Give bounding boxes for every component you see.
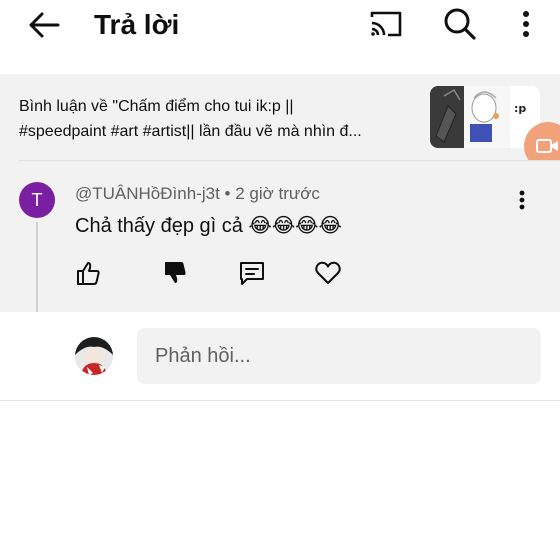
comment-meta: @TUÂNHồĐình-j3t • 2 giờ trước xyxy=(75,184,320,203)
video-title[interactable]: Bình luận về "Chấm điểm cho tui ik:p || … xyxy=(19,94,419,144)
heart-icon xyxy=(315,261,341,284)
heart-button[interactable] xyxy=(313,258,343,288)
reply-input[interactable] xyxy=(137,328,541,384)
comment-more-button[interactable] xyxy=(508,186,536,214)
user-avatar[interactable] xyxy=(75,337,113,375)
search-icon xyxy=(444,8,476,40)
divider xyxy=(19,160,560,161)
top-app-bar: Trả lời xyxy=(0,0,560,74)
reply-icon xyxy=(240,262,264,285)
video-title-line-2: #speedpaint #art #artist|| lần đầu vẽ mà… xyxy=(19,123,362,140)
divider xyxy=(0,400,560,401)
cast-button[interactable] xyxy=(364,4,408,44)
dislike-button[interactable] xyxy=(160,258,190,288)
user-avatar-image xyxy=(75,337,113,375)
back-button[interactable] xyxy=(22,6,66,44)
like-button[interactable] xyxy=(73,258,103,288)
video-title-line-1: Bình luận về "Chấm điểm cho tui ik:p || xyxy=(19,98,294,115)
video-camera-icon xyxy=(536,139,558,153)
more-options-button[interactable] xyxy=(504,4,548,44)
commenter-avatar[interactable]: T xyxy=(19,182,55,218)
more-vertical-icon xyxy=(519,190,525,210)
video-thumbnail[interactable]: :p xyxy=(430,86,540,148)
page-title: Trả lời xyxy=(94,9,180,40)
more-vertical-icon xyxy=(523,11,529,37)
thumbnail-drawing: :p xyxy=(430,86,540,148)
arrow-left-icon xyxy=(29,12,60,38)
like-icon xyxy=(77,262,100,285)
thread-line xyxy=(36,222,38,312)
dislike-icon xyxy=(165,262,186,283)
reply-button[interactable] xyxy=(237,258,267,288)
comment-text: Chả thấy đẹp gì cả 😂😂😂😂 xyxy=(75,215,342,237)
search-button[interactable] xyxy=(438,4,482,44)
thumbnail-text: :p xyxy=(514,102,526,115)
cast-icon xyxy=(370,11,402,37)
